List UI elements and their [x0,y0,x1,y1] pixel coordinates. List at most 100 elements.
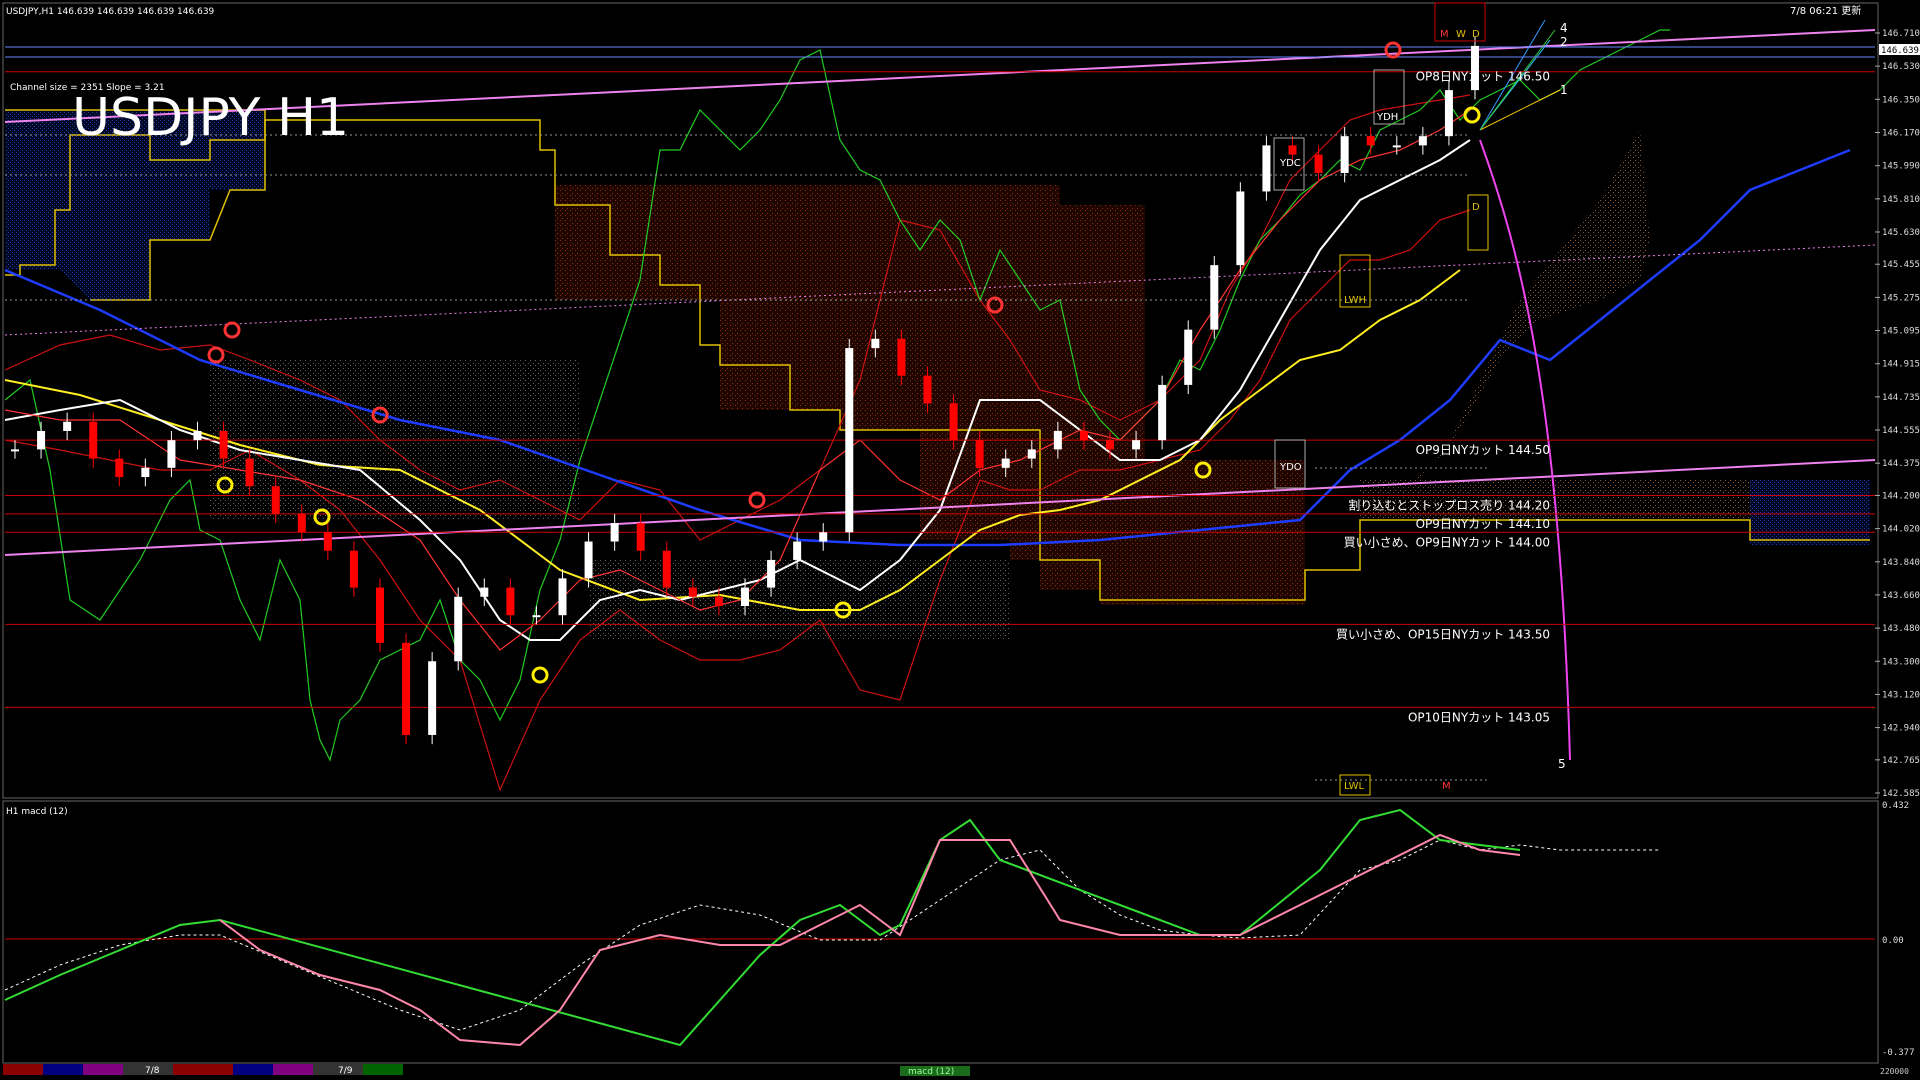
signal-horseshoe-icon [1463,106,1481,124]
candle-body [480,587,489,597]
symbol-header: USDJPY,H1 146.639 146.639 146.639 146.63… [6,7,215,17]
candle-body [89,421,98,459]
candle-body [115,458,124,478]
price-tick-label: 143.480 [1882,624,1920,634]
candle-body [1236,191,1245,266]
bottom-date-1: 7/8 [145,1066,160,1076]
candle-body [1027,449,1036,459]
price-tick-label: 146.350 [1882,95,1920,105]
candle-body [741,587,749,606]
price-tick-label: 143.840 [1882,558,1920,568]
candle-body [167,440,176,468]
price-tick-label: 143.300 [1882,657,1920,667]
price-tick-label: 145.810 [1882,195,1920,205]
candle-body [688,587,697,597]
candle-body [37,430,46,450]
price-tick-label: 144.555 [1882,426,1920,436]
candle-body [584,541,593,579]
candle-body [975,440,984,468]
candle-body [897,338,906,376]
price-tick-label: 145.455 [1882,260,1920,270]
datetime-header: 7/8 06:21 更新 [1790,4,1861,17]
bottom-right-value: 220000 [1880,1067,1909,1076]
fan-label-4: 4 [1560,21,1568,35]
candle-body [1262,145,1271,192]
candle-body [1288,145,1297,155]
candle-body [506,587,515,616]
candle-body [923,375,932,404]
candle-body [1418,136,1427,146]
price-tick-label: 144.375 [1882,459,1920,469]
price-tick-label: 144.915 [1882,360,1920,370]
signal-horseshoe-icon [223,321,241,339]
big-title: USDJPY H1 [72,88,349,148]
price-tick-label: 145.630 [1882,228,1920,238]
candle-body [402,642,411,735]
candle-body [1210,265,1219,330]
marker-ydc: YDC [1279,158,1301,169]
price-tick-label: 144.200 [1882,491,1920,501]
candle-body [793,541,802,560]
candle-body [1158,384,1167,441]
candle-body [767,559,776,588]
level-label: 割り込むとストップロス売り 144.20 [1348,497,1550,512]
price-tick-label: 142.940 [1882,724,1920,734]
candle-body [349,550,358,588]
level-label: OP10日NYカット 143.05 [1408,710,1550,724]
price-tick-label: 142.765 [1882,756,1920,766]
indicator-tab[interactable]: macd (12) [908,1067,954,1077]
price-tick-label: 143.660 [1882,591,1920,601]
price-tick-label: 142.585 [1882,789,1920,799]
candle-body [376,587,384,643]
candle-body [1366,136,1375,146]
candle-body [662,550,671,588]
macd-axis: 0.432 0.00 -0.377 [1882,801,1915,1058]
macd-tick-label: 0.432 [1882,801,1909,811]
price-tick-label: 144.020 [1882,525,1920,535]
marker-m-lower: M [1442,781,1451,792]
candle-body [714,596,723,606]
price-tick-label: 146.710 [1882,29,1920,39]
candle-body [532,615,541,618]
marker-ydo: YDO [1279,462,1302,473]
level-label: OP9日NYカット 144.50 [1416,443,1550,457]
level-label: OP9日NYカット 144.10 [1416,517,1550,531]
marker-ydh: YDH [1376,112,1398,123]
candle-body [610,523,619,542]
candle-body [636,523,645,551]
candle-body [845,348,854,533]
candle-body [1053,430,1062,450]
fan-label-1: 1 [1560,83,1568,97]
chart-canvas: YDC YDH YDO LWH LWL M W D D M 4 2 1 5 OP… [2,2,1920,1077]
candle-body [1106,440,1114,450]
fan-label-5: 5 [1558,757,1566,771]
price-axis: 146.710 146.530 146.350 146.170 145.990 145.8… [1875,29,1920,799]
candle-body [819,532,828,542]
macd-signal-line [4,839,1660,1031]
candle-body [1079,430,1088,441]
macd-line-up [4,808,1521,1047]
candle-body [1001,458,1010,468]
candle-body [1340,136,1349,174]
price-tick-label: 145.990 [1882,162,1920,172]
price-tick-label: 144.735 [1882,393,1920,403]
candle-body [1392,145,1401,148]
candle-body [428,661,437,735]
candle-body [297,513,306,533]
candle-body [1444,90,1453,137]
level-labels-layer: OP8日NYカット 146.50 OP9日NYカット 144.50 割り込むとストッ… [1336,70,1550,725]
candle-body [323,532,332,551]
level-label: 買い小さめ、OP15日NYカット 143.50 [1336,627,1550,641]
marker-m: M [1440,29,1449,40]
candle-body [245,458,254,487]
macd-tick-label: 0.00 [1882,936,1904,946]
candle-body [871,338,880,349]
signal-horseshoe-icon [207,346,225,364]
candle-body [454,596,463,662]
candle-body [949,403,958,441]
signal-horseshoe-icon [1384,41,1402,59]
marker-d-lower: D [1472,202,1480,213]
candle-body [63,421,72,431]
price-tick-label: 146.530 [1882,62,1920,72]
bottom-date-2: 7/9 [338,1066,353,1076]
